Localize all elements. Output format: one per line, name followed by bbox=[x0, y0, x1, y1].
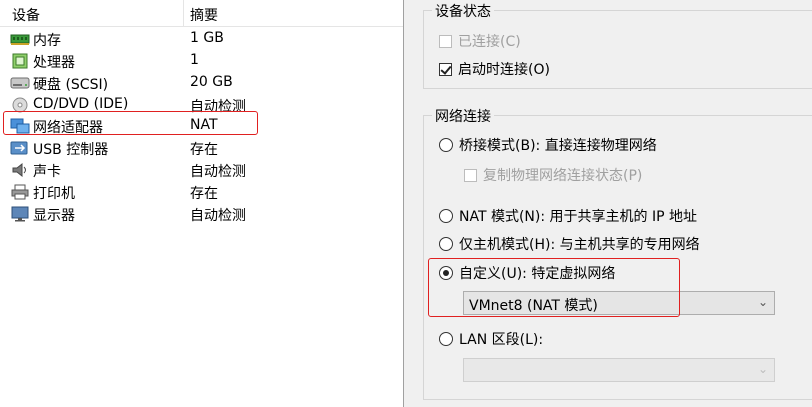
usb-icon bbox=[10, 141, 28, 155]
checkbox-box[interactable] bbox=[464, 169, 477, 182]
nat-mode-label: NAT 模式(N): 用于共享主机的 IP 地址 bbox=[459, 209, 697, 225]
device-row-display[interactable]: 显示器 自动检测 bbox=[0, 203, 403, 225]
device-name: 处理器 bbox=[33, 55, 75, 71]
bridged-mode-radio[interactable]: 桥接模式(B): 直接连接物理网络 bbox=[439, 135, 657, 155]
device-summary: 自动检测 bbox=[190, 208, 246, 224]
checkbox-box[interactable] bbox=[439, 35, 452, 48]
device-row-printer[interactable]: 打印机 存在 bbox=[0, 181, 403, 203]
device-row-processor[interactable]: 处理器 1 bbox=[0, 50, 403, 72]
device-name: USB 控制器 bbox=[33, 142, 109, 158]
connected-label: 已连接(C) bbox=[458, 34, 521, 50]
device-row-sound-card[interactable]: 声卡 自动检测 bbox=[0, 159, 403, 181]
processor-icon bbox=[12, 53, 28, 69]
device-status-title: 设备状态 bbox=[432, 1, 494, 21]
device-summary: 20 GB bbox=[190, 74, 233, 90]
device-name: 声卡 bbox=[33, 164, 61, 180]
checkbox-box[interactable] bbox=[439, 63, 452, 76]
device-summary: 1 GB bbox=[190, 30, 224, 46]
lan-segment-label: LAN 区段(L): bbox=[459, 332, 544, 348]
replicate-state-label: 复制物理网络连接状态(P) bbox=[483, 168, 643, 184]
device-name: 内存 bbox=[33, 33, 61, 49]
chevron-down-icon: ⌄ bbox=[757, 295, 768, 309]
device-status-group: 设备状态 已连接(C) 启动时连接(O) bbox=[423, 1, 812, 89]
column-header-summary[interactable]: 摘要 bbox=[190, 5, 218, 25]
custom-network-highlight-box bbox=[428, 258, 680, 317]
device-list-header: 设备 摘要 bbox=[0, 0, 403, 27]
host-only-radio[interactable]: 仅主机模式(H): 与主机共享的专用网络 bbox=[439, 234, 700, 254]
device-list-panel: 设备 摘要 内存 1 GB 处理器 1 硬盘 (SCSI) 20 GB CD/D… bbox=[0, 0, 404, 407]
device-summary: 存在 bbox=[190, 142, 218, 158]
radio-button[interactable] bbox=[439, 332, 453, 346]
network-connection-title: 网络连接 bbox=[432, 106, 494, 126]
selection-highlight-box bbox=[3, 111, 258, 135]
nat-mode-radio[interactable]: NAT 模式(N): 用于共享主机的 IP 地址 bbox=[439, 206, 697, 226]
display-icon bbox=[11, 206, 29, 222]
sound-card-icon bbox=[12, 162, 26, 178]
device-summary: 存在 bbox=[190, 186, 218, 202]
replicate-state-checkbox[interactable]: 复制物理网络连接状态(P) bbox=[464, 165, 642, 185]
host-only-label: 仅主机模式(H): 与主机共享的专用网络 bbox=[459, 237, 700, 253]
printer-icon bbox=[11, 184, 29, 200]
device-summary: 1 bbox=[190, 52, 199, 68]
device-summary: 自动检测 bbox=[190, 164, 246, 180]
checkmark-icon bbox=[440, 63, 452, 75]
connected-checkbox[interactable]: 已连接(C) bbox=[439, 31, 521, 51]
column-separator[interactable] bbox=[183, 0, 184, 26]
radio-button[interactable] bbox=[439, 138, 453, 152]
column-header-device[interactable]: 设备 bbox=[12, 5, 40, 25]
device-row-usb-controller[interactable]: USB 控制器 存在 bbox=[0, 137, 403, 159]
bridged-mode-label: 桥接模式(B): 直接连接物理网络 bbox=[459, 138, 657, 154]
hard-disk-icon bbox=[10, 77, 30, 89]
radio-button[interactable] bbox=[439, 209, 453, 223]
device-row-hard-disk[interactable]: 硬盘 (SCSI) 20 GB bbox=[0, 72, 403, 94]
device-name: 打印机 bbox=[33, 186, 75, 202]
radio-button[interactable] bbox=[439, 237, 453, 251]
lan-segment-select[interactable]: ⌄ bbox=[463, 358, 775, 382]
connect-at-power-on-checkbox[interactable]: 启动时连接(O) bbox=[439, 59, 550, 79]
memory-icon bbox=[10, 34, 30, 45]
chevron-down-icon: ⌄ bbox=[757, 362, 768, 376]
connect-at-power-on-label: 启动时连接(O) bbox=[458, 62, 550, 78]
device-name: 显示器 bbox=[33, 208, 75, 224]
device-row-memory[interactable]: 内存 1 GB bbox=[0, 28, 403, 50]
device-name: 硬盘 (SCSI) bbox=[33, 77, 109, 93]
lan-segment-radio[interactable]: LAN 区段(L): bbox=[439, 329, 543, 349]
device-name: CD/DVD (IDE) bbox=[33, 96, 129, 112]
